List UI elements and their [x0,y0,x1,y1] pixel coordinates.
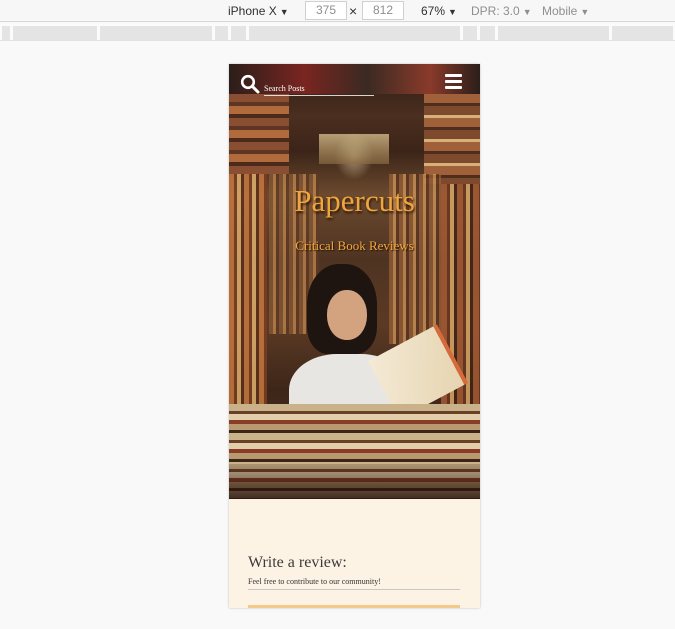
mode-select[interactable]: Mobile ▼ [542,3,589,20]
devtools-toolbar: iPhone X ▼ 375 × 812 67% ▼ DPR: 3.0 ▼ Mobil… [0,0,675,22]
media-query-segment[interactable] [231,26,246,40]
media-query-bar [0,24,675,41]
device-viewport: Search Posts Papercuts Critical Book Rev… [229,64,480,608]
search-icon[interactable] [240,74,260,94]
review-input-bar[interactable] [248,605,460,608]
media-query-segment[interactable] [13,26,97,40]
media-query-segment[interactable] [498,26,609,40]
width-input[interactable]: 375 [305,1,347,20]
foreground-shadow [229,464,480,499]
hero-image: Search Posts Papercuts Critical Book Rev… [229,64,480,499]
caret-down-icon: ▼ [580,7,590,17]
caret-down-icon: ▼ [279,7,289,17]
caret-down-icon: ▼ [448,7,457,17]
write-review-section: Write a review: Feel free to contribute … [248,553,460,590]
hamburger-menu-icon[interactable] [445,74,462,89]
height-input[interactable]: 812 [362,1,404,20]
book-stack-right [424,94,480,184]
site-title: Papercuts [294,183,415,218]
media-query-segment[interactable] [480,26,495,40]
dpr-select[interactable]: DPR: 3.0 ▼ [471,3,532,20]
media-query-segment[interactable] [2,26,10,40]
review-heading: Write a review: [248,554,347,571]
site-tagline: Critical Book Reviews [295,238,414,253]
review-description: Feel free to contribute to our community… [248,577,460,590]
times-symbol: × [349,3,358,19]
book-stack-left [229,94,289,174]
media-query-segment[interactable] [249,26,460,40]
ceiling-light [319,134,389,164]
media-query-segment[interactable] [215,26,228,40]
caret-down-icon: ▼ [522,7,532,17]
device-select[interactable]: iPhone X ▼ [228,3,289,20]
zoom-label: 67% [421,4,446,18]
media-query-segment[interactable] [612,26,673,40]
device-label: iPhone X [228,4,277,18]
search-input[interactable]: Search Posts [264,84,374,96]
media-query-segment[interactable] [100,26,212,40]
face [327,290,367,340]
zoom-select[interactable]: 67% ▼ [421,3,457,20]
dpr-label: DPR: 3.0 [471,4,520,18]
mode-label: Mobile [542,4,578,18]
media-query-segment[interactable] [463,26,477,40]
